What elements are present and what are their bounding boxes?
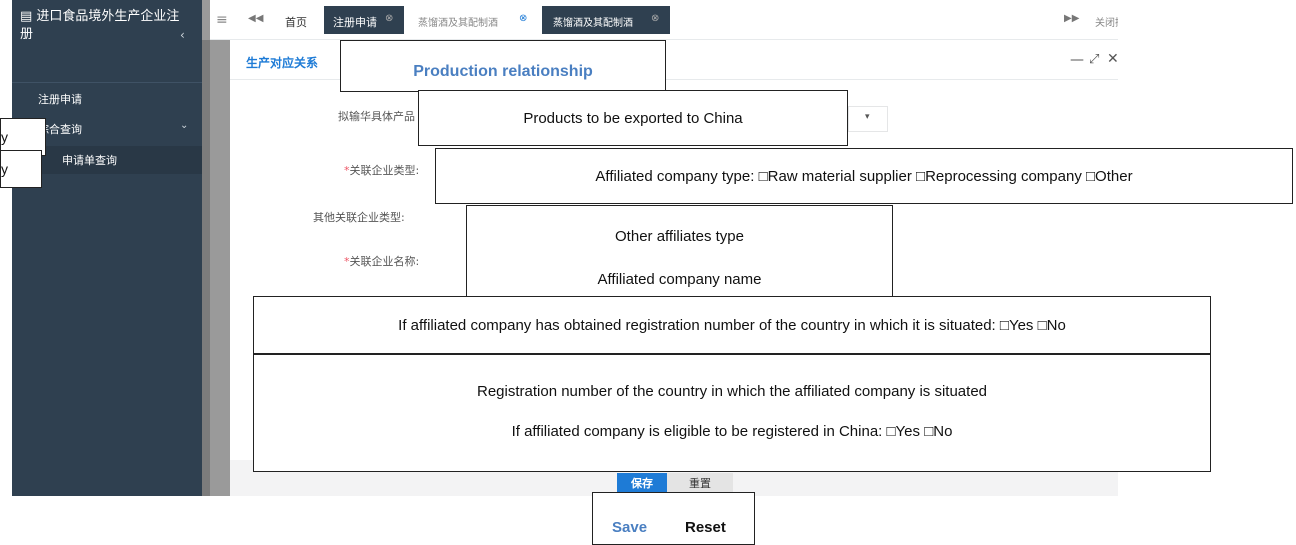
sidebar-title: ▤ 进口食品境外生产企业注册	[20, 9, 180, 42]
annotation-other-type-text: Other affiliates type	[615, 228, 744, 245]
annotation-buttons: Save Reset	[592, 492, 755, 545]
annotation-reset: Reset	[685, 519, 726, 536]
annotation-obtained-registration: If affiliated company has obtained regis…	[253, 296, 1211, 354]
minimize-icon[interactable]: —	[1070, 52, 1084, 68]
scroll-left-icon[interactable]: ◀◀	[248, 13, 263, 24]
close-operations-button[interactable]: 关闭操作	[1095, 14, 1118, 29]
caret-down-icon[interactable]: ▾	[865, 112, 870, 122]
sidebar-item-registration[interactable]: 注册申请	[38, 91, 82, 107]
annotation-other-affiliates: Other affiliates type Affiliated company…	[466, 205, 893, 299]
annotation-production-relationship: Production relationship	[340, 40, 666, 92]
tab-close-icon[interactable]: ⊗	[651, 13, 659, 24]
sidebar-collapse-icon[interactable]: ‹	[180, 28, 185, 42]
affiliated-name-label: *关联企业名称:	[344, 255, 420, 268]
form-icon: ▤	[20, 9, 37, 24]
tab-home[interactable]: 首页	[285, 14, 307, 30]
menu-icon[interactable]: ≡	[216, 12, 228, 28]
annotation-reg-number-text: Registration number of the country in wh…	[477, 383, 987, 400]
maximize-icon[interactable]: ⤢	[1089, 52, 1099, 67]
sidebar	[12, 0, 202, 496]
tab-close-icon[interactable]: ⊗	[385, 13, 393, 24]
annotation-save: Save	[612, 519, 648, 536]
products-label: 拟输华具体产品	[338, 110, 415, 123]
layout-strip-dark	[202, 40, 210, 496]
annotation-left-2: y	[0, 150, 42, 188]
tab-close-icon[interactable]: ⊗	[519, 13, 527, 24]
tab-wine-1[interactable]: 蒸馏酒及其配制酒	[418, 14, 498, 29]
tab-registration[interactable]: 注册申请	[333, 14, 377, 30]
close-icon[interactable]: ✕	[1107, 51, 1119, 67]
annotation-affiliated-type: Affiliated company type: □Raw material s…	[435, 148, 1293, 204]
annotation-products: Products to be exported to China	[418, 90, 848, 146]
sidebar-item-application-query[interactable]: 申请单查询	[62, 152, 117, 168]
sidebar-divider	[12, 82, 202, 83]
annotation-eligible-text: If affiliated company is eligible to be …	[511, 423, 953, 440]
tab-wine-2[interactable]: 蒸馏酒及其配制酒	[553, 14, 633, 29]
panel-title: 生产对应关系	[246, 56, 319, 70]
annotation-affiliated-name-text: Affiliated company name	[597, 271, 762, 288]
other-type-label: 其他关联企业类型:	[313, 211, 405, 224]
annotation-registration-number: Registration number of the country in wh…	[253, 354, 1211, 472]
scroll-right-icon[interactable]: ▶▶	[1064, 13, 1079, 24]
affiliated-type-label: *关联企业类型:	[344, 164, 420, 177]
chevron-down-icon[interactable]: ⌄	[180, 120, 188, 131]
